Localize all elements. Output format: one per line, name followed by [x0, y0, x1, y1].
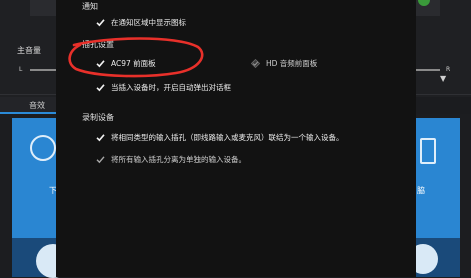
show-tray-icon-option[interactable]: 在通知区域中显示图标: [96, 17, 186, 28]
tab-sound-effects[interactable]: [0, 97, 56, 114]
right-channel-label: R: [446, 66, 451, 73]
recording-devices-section-title: 录制设备: [82, 113, 114, 122]
checkmark-icon[interactable]: [96, 18, 105, 27]
checkmark-icon[interactable]: [96, 83, 105, 92]
chevron-down-icon[interactable]: ▼: [440, 74, 446, 83]
left-channel-label: L: [19, 66, 23, 73]
checkmark-icon[interactable]: [96, 133, 105, 142]
equalizer-icon: [420, 138, 436, 164]
effect-panel-right[interactable]: [416, 118, 460, 238]
checkmark-icon[interactable]: [96, 155, 105, 164]
combine-inputs-label: 将相同类型的输入插孔（即线路输入或麦克风）联结为一个输入设备。: [111, 133, 344, 142]
environment-icon: [30, 135, 56, 161]
separate-inputs-label: 将所有输入插孔分离为单独的输入设备。: [111, 155, 246, 164]
effect-panel-right-label: 脇: [417, 186, 425, 195]
red-annotation-circle: [68, 37, 204, 78]
hd-front-panel-option[interactable]: HD 音频前面板: [251, 58, 317, 69]
auto-popup-option[interactable]: 当插入设备时，开启自动弹出对话框: [96, 82, 231, 93]
combine-inputs-option[interactable]: 将相同类型的输入插孔（即线路输入或麦克风）联结为一个输入设备。: [96, 132, 344, 143]
auto-popup-label: 当插入设备时，开启自动弹出对话框: [111, 83, 231, 92]
separate-inputs-option[interactable]: 将所有输入插孔分离为单独的输入设备。: [96, 154, 246, 165]
volume-slider-track-right[interactable]: [412, 69, 440, 71]
hd-front-panel-label: HD 音频前面板: [266, 59, 318, 68]
show-tray-icon-label: 在通知区域中显示图标: [111, 18, 186, 27]
radio-diamond-icon[interactable]: [251, 59, 260, 68]
master-volume-label: 主音量: [17, 46, 41, 55]
notifications-section-title: 通知: [82, 2, 98, 11]
tab-sound-effects-label: 音效: [29, 101, 45, 110]
